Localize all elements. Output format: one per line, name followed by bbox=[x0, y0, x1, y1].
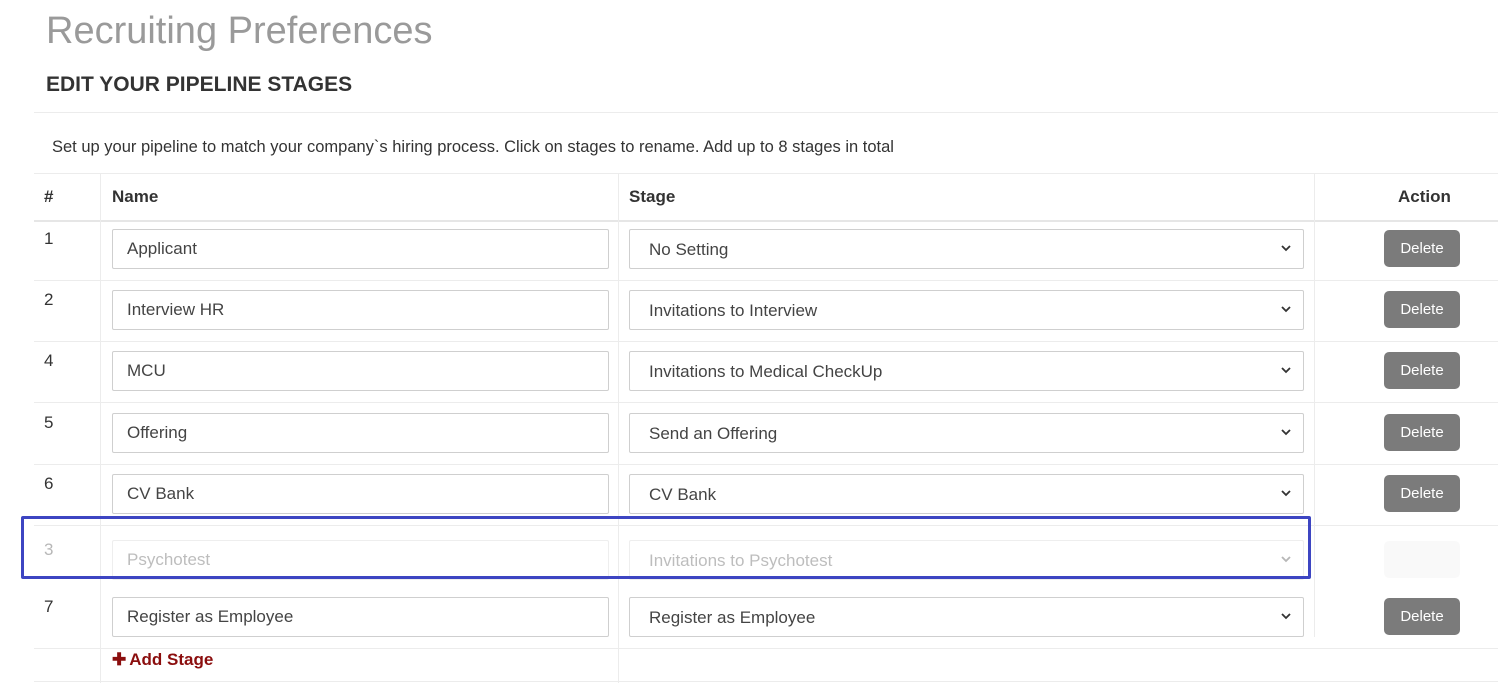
table-row[interactable]: 4 Invitations to Medical CheckUp Delete bbox=[34, 341, 1498, 403]
chevron-down-icon bbox=[1281, 490, 1291, 497]
table-row[interactable]: 7 Register as Employee Delete bbox=[34, 587, 1498, 649]
chevron-down-icon bbox=[1281, 245, 1291, 252]
delete-button[interactable]: Delete bbox=[1384, 475, 1460, 512]
row-number: 5 bbox=[44, 413, 54, 432]
stage-select-value: Invitations to Medical CheckUp bbox=[649, 362, 883, 381]
header-name: Name bbox=[112, 187, 159, 206]
stage-select[interactable]: Invitations to Interview bbox=[629, 290, 1304, 330]
delete-button[interactable]: Delete bbox=[1384, 352, 1460, 389]
table-header: # Name Stage Action bbox=[34, 173, 1498, 222]
table-row[interactable]: 1 No Setting Delete bbox=[34, 219, 1498, 281]
row-number: 1 bbox=[44, 229, 54, 248]
stage-select-value: Invitations to Interview bbox=[649, 301, 818, 320]
stage-name-input[interactable] bbox=[112, 351, 609, 391]
stage-select-value: CV Bank bbox=[649, 485, 717, 504]
page-title: Recruiting Preferences bbox=[46, 10, 433, 52]
header-stage: Stage bbox=[629, 187, 676, 206]
stage-select-value: No Setting bbox=[649, 240, 729, 259]
stage-name-input[interactable] bbox=[112, 229, 609, 269]
section-divider bbox=[34, 112, 1498, 113]
stage-select[interactable]: Invitations to Medical CheckUp bbox=[629, 351, 1304, 391]
stage-select[interactable]: Register as Employee bbox=[629, 597, 1304, 637]
plus-icon: ✚ bbox=[112, 650, 127, 669]
stage-select[interactable]: Send an Offering bbox=[629, 413, 1304, 453]
stage-name-input[interactable] bbox=[112, 597, 609, 637]
header-action: Action bbox=[1398, 187, 1451, 206]
delete-button[interactable]: Delete bbox=[1384, 414, 1460, 451]
table-bottom-divider bbox=[34, 681, 1498, 682]
delete-button[interactable]: Delete bbox=[1384, 230, 1460, 267]
add-stage-label: Add Stage bbox=[129, 650, 214, 669]
table-row[interactable]: 2 Invitations to Interview Delete bbox=[34, 280, 1498, 342]
chevron-down-icon bbox=[1281, 429, 1291, 436]
chevron-down-icon bbox=[1281, 367, 1291, 374]
chevron-down-icon bbox=[1281, 306, 1291, 313]
add-stage-link[interactable]: ✚ Add Stage bbox=[112, 650, 213, 670]
delete-button[interactable]: Delete bbox=[1384, 598, 1460, 635]
stage-name-input[interactable] bbox=[112, 474, 609, 514]
row-number: 7 bbox=[44, 597, 54, 616]
stage-select-value: Register as Employee bbox=[649, 608, 816, 627]
delete-button[interactable]: Delete bbox=[1384, 541, 1460, 578]
row-number: 4 bbox=[44, 351, 54, 370]
stage-select-value: Send an Offering bbox=[649, 424, 778, 443]
stage-select[interactable]: No Setting bbox=[629, 229, 1304, 269]
stage-name-input[interactable] bbox=[112, 290, 609, 330]
intro-text: Set up your pipeline to match your compa… bbox=[52, 138, 894, 156]
stage-name-input[interactable] bbox=[112, 413, 609, 453]
delete-button[interactable]: Delete bbox=[1384, 291, 1460, 328]
stage-select[interactable]: CV Bank bbox=[629, 474, 1304, 514]
chevron-down-icon bbox=[1281, 613, 1291, 620]
header-number: # bbox=[44, 187, 54, 206]
table-row[interactable]: 5 Send an Offering Delete bbox=[34, 403, 1498, 465]
row-number: 6 bbox=[44, 474, 54, 493]
drag-highlight-box bbox=[21, 516, 1311, 579]
section-title: EDIT YOUR PIPELINE STAGES bbox=[46, 73, 353, 96]
row-number: 2 bbox=[44, 290, 54, 309]
